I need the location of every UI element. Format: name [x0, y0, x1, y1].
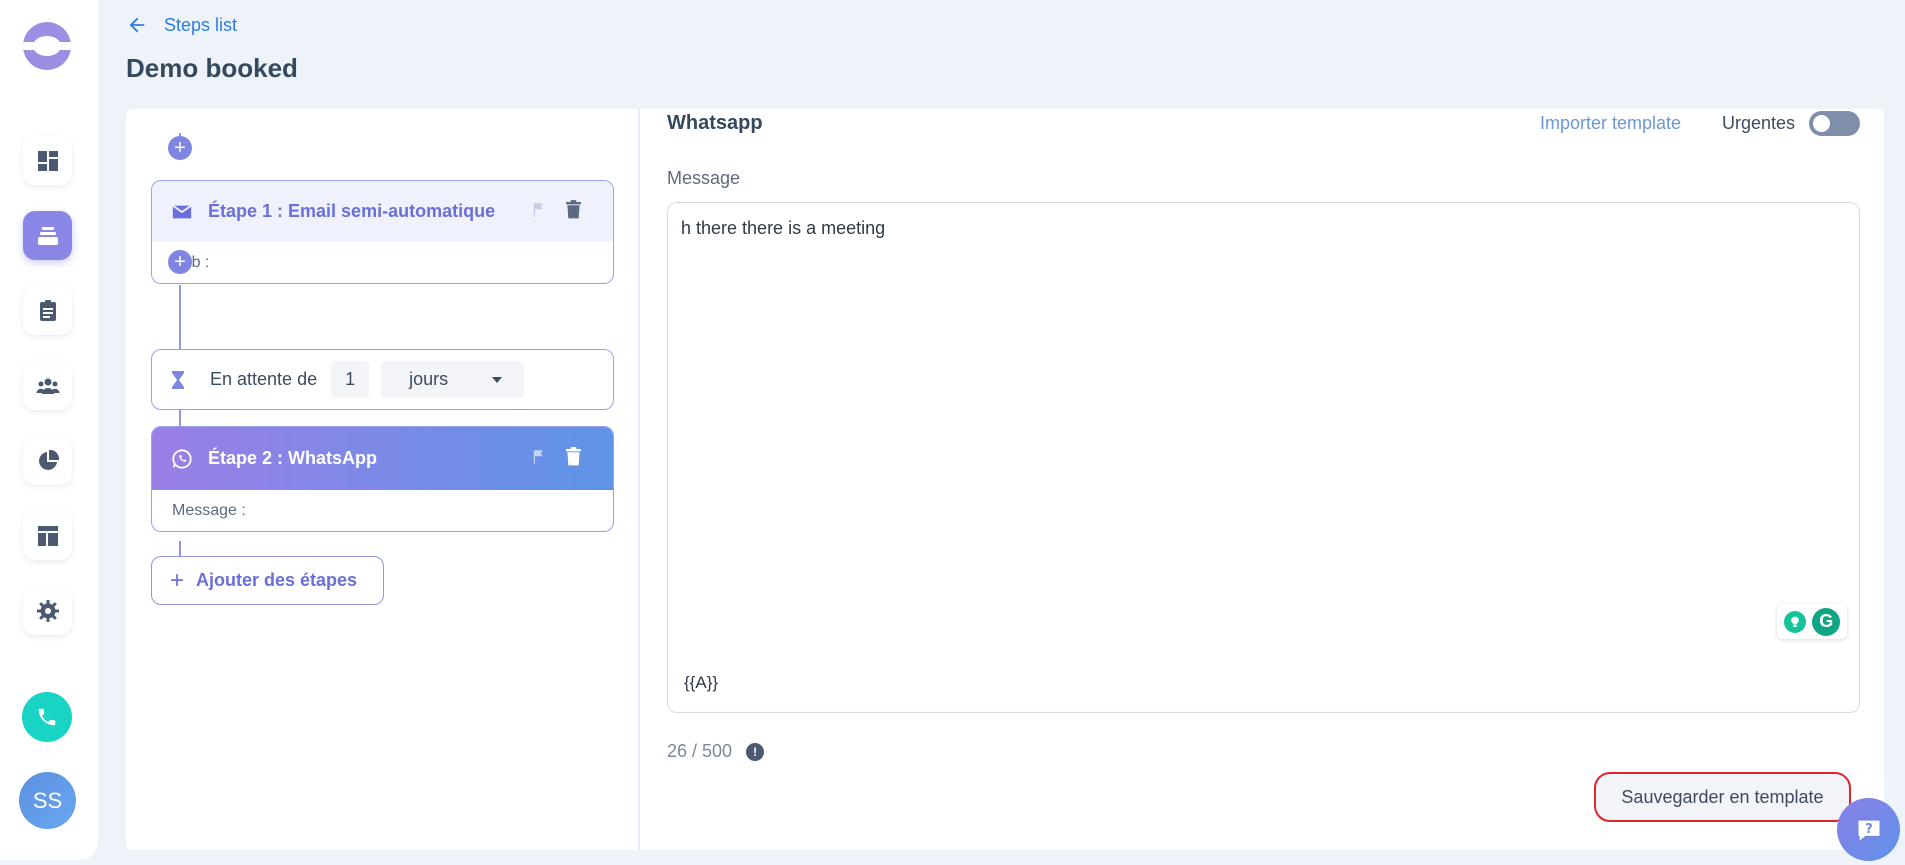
info-icon[interactable]: ! [746, 742, 765, 761]
flag-icon[interactable] [533, 448, 545, 471]
user-avatar[interactable]: SS [19, 772, 76, 829]
chat-help-icon: ? [1858, 820, 1879, 840]
message-variable[interactable]: {{A}} [684, 673, 718, 693]
back-link-label: Steps list [164, 14, 238, 35]
chevron-down-icon [492, 377, 503, 383]
lightbulb-icon[interactable] [1783, 610, 1806, 633]
sequences-nav-button[interactable] [23, 211, 72, 260]
dashboard-nav-button[interactable] [23, 136, 72, 185]
delete-step-icon[interactable] [566, 200, 581, 224]
delete-step-icon[interactable] [566, 447, 581, 471]
insert-step-button[interactable]: + [168, 250, 192, 274]
wait-days-input[interactable]: 1 [331, 361, 370, 398]
message-text: h there there is a meeting [681, 218, 886, 238]
grammarly-widget[interactable]: G [1777, 604, 1847, 639]
message-textarea[interactable]: h there there is a meeting G {{A}} [667, 202, 1860, 713]
sidebar: SS [0, 0, 98, 860]
contacts-nav-button[interactable] [23, 361, 72, 410]
whatsapp-icon [170, 447, 194, 471]
panel-divider [638, 109, 640, 850]
character-counter: 26 / 500 ! [667, 741, 765, 762]
step-card-whatsapp[interactable]: Étape 2 : WhatsApp Message : [151, 426, 614, 532]
step-header: Étape 1 : Email semi-automatique [152, 181, 613, 242]
step-title: Étape 2 : WhatsApp [208, 448, 378, 468]
step-body: Sub : [172, 253, 210, 271]
add-steps-label: Ajouter des étapes [196, 570, 358, 590]
grammarly-icon[interactable]: G [1812, 607, 1841, 636]
connector-line [179, 410, 181, 426]
wait-unit-select[interactable]: jours [381, 361, 525, 398]
flag-icon[interactable] [533, 201, 545, 224]
sequences-icon [37, 226, 58, 245]
contacts-icon [36, 378, 59, 394]
message-label: Message [667, 168, 741, 188]
wait-label: En attente de [210, 369, 318, 389]
email-icon [170, 200, 194, 224]
phone-icon [38, 708, 56, 726]
templates-icon [37, 525, 58, 546]
import-template-link[interactable]: Importer template [1540, 113, 1681, 134]
counter-text: 26 / 500 [667, 741, 733, 761]
clipboard-icon [39, 299, 56, 321]
dashboard-icon [37, 150, 58, 171]
arrow-left-icon [129, 17, 145, 33]
wait-delay-row: En attente de 1 jours [151, 349, 614, 410]
templates-nav-button[interactable] [23, 511, 72, 560]
wait-unit-value: jours [409, 369, 449, 389]
page-title: Demo booked [126, 53, 298, 83]
step-card-email[interactable]: Étape 1 : Email semi-automatique Sub : [151, 180, 614, 284]
step-header: Étape 2 : WhatsApp [152, 427, 613, 490]
insert-step-button[interactable]: + [168, 136, 192, 160]
analytics-nav-button[interactable] [23, 436, 72, 485]
analytics-icon [38, 449, 59, 470]
app-logo[interactable] [23, 22, 71, 70]
help-chat-button[interactable]: ? [1837, 798, 1900, 861]
add-steps-button[interactable]: + Ajouter des étapes [151, 556, 384, 605]
channel-title: Whatsapp [667, 112, 763, 134]
settings-nav-button[interactable] [23, 586, 72, 635]
urgent-toggle[interactable] [1809, 111, 1860, 136]
connector-line [179, 541, 181, 557]
connector-line [179, 285, 181, 349]
svg-text:?: ? [1865, 821, 1872, 836]
gear-icon [36, 599, 59, 622]
hourglass-icon [172, 370, 184, 389]
phone-button[interactable] [22, 692, 72, 742]
urgent-label: Urgentes [1722, 113, 1796, 133]
step-body: Message : [172, 501, 246, 519]
sequence-editor-card: + Étape 1 : Email semi-automatique Sub :… [126, 109, 1884, 850]
step-title: Étape 1 : Email semi-automatique [208, 201, 496, 221]
plus-icon: + [170, 566, 185, 594]
tasks-nav-button[interactable] [23, 286, 72, 335]
back-to-steps-link[interactable]: Steps list [126, 14, 237, 36]
save-as-template-button[interactable]: Sauvegarder en template [1594, 772, 1851, 822]
